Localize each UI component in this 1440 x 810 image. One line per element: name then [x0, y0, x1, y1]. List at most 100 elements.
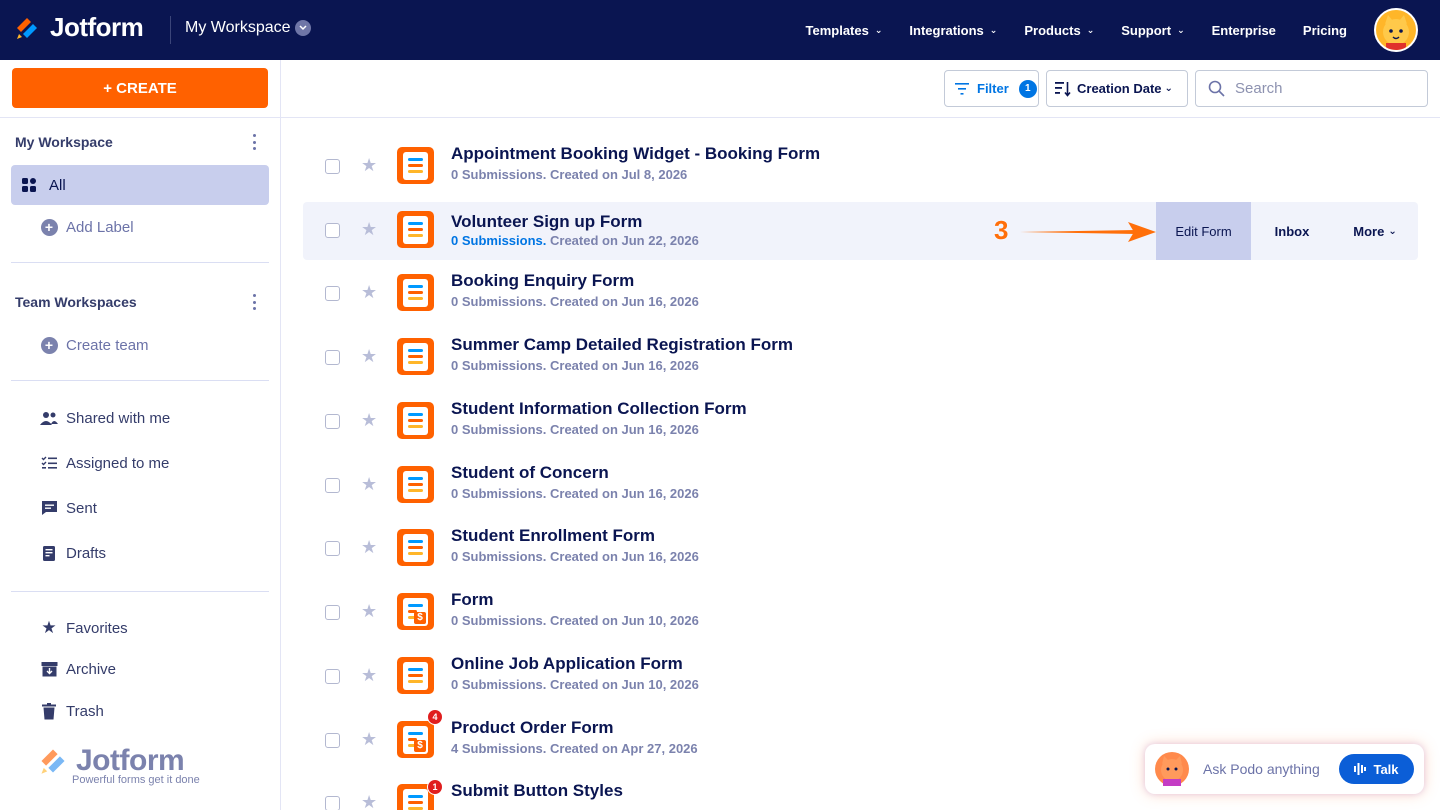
form-row[interactable]: ★ Appointment Booking Widget - Booking F… — [303, 137, 1418, 195]
audio-wave-icon — [1354, 763, 1367, 775]
form-row[interactable]: ★ Volunteer Sign up Form 0 Submissions. … — [303, 202, 1418, 260]
form-title[interactable]: Booking Enquiry Form — [451, 271, 634, 291]
row-checkbox[interactable] — [325, 541, 340, 556]
nav-products[interactable]: Products ⌄ — [1024, 23, 1094, 38]
form-row[interactable]: ★ Online Job Application Form 0 Submissi… — [303, 647, 1418, 705]
sidebar-item-sent[interactable]: Sent — [40, 499, 97, 517]
form-title[interactable]: Form — [451, 590, 494, 610]
row-checkbox[interactable] — [325, 350, 340, 365]
sort-icon — [1055, 81, 1071, 97]
sidebar-divider — [11, 591, 269, 592]
more-button[interactable]: More ⌄ — [1333, 202, 1417, 260]
row-checkbox[interactable] — [325, 414, 340, 429]
jotform-logo[interactable]: Jotform — [14, 12, 144, 43]
star-icon[interactable]: ★ — [361, 538, 377, 556]
form-title[interactable]: Appointment Booking Widget - Booking For… — [451, 144, 820, 164]
row-checkbox[interactable] — [325, 796, 340, 810]
sort-label: Creation Date — [1077, 81, 1162, 96]
add-label-button[interactable]: + Add Label — [40, 218, 134, 236]
star-icon[interactable]: ★ — [361, 156, 377, 174]
grid-icon — [22, 178, 36, 192]
nav-templates[interactable]: Templates ⌄ — [806, 23, 883, 38]
submission-count-link[interactable]: 0 Submissions. — [451, 233, 546, 248]
brand-name: Jotform — [50, 12, 144, 42]
star-icon[interactable]: ★ — [361, 793, 377, 810]
sidebar-item-trash[interactable]: Trash — [40, 702, 104, 720]
filter-button[interactable]: Filter 1 — [944, 70, 1039, 107]
form-title[interactable]: Product Order Form — [451, 718, 613, 738]
sidebar-item-archive[interactable]: Archive — [40, 660, 116, 678]
form-row[interactable]: ★ Summer Camp Detailed Registration Form… — [303, 328, 1418, 386]
star-icon[interactable]: ★ — [361, 666, 377, 684]
star-icon[interactable]: ★ — [361, 602, 377, 620]
sidebar-item-drafts[interactable]: Drafts — [40, 544, 106, 562]
form-title[interactable]: Student of Concern — [451, 463, 609, 483]
sidebar-item-assigned[interactable]: Assigned to me — [40, 454, 169, 472]
talk-button[interactable]: Talk — [1339, 754, 1414, 784]
form-row[interactable]: ★ $ Form 0 Submissions. Created on Jun 1… — [303, 583, 1418, 641]
star-icon[interactable]: ★ — [361, 220, 377, 238]
form-title[interactable]: Volunteer Sign up Form — [451, 212, 642, 232]
submission-count: 0 Submissions. — [451, 486, 547, 501]
row-checkbox[interactable] — [325, 669, 340, 684]
payment-form-icon: $ — [397, 721, 434, 758]
sidebar-item-label: Trash — [66, 702, 104, 720]
create-button[interactable]: + CREATE — [12, 68, 268, 108]
nav-enterprise[interactable]: Enterprise — [1212, 23, 1276, 38]
workspace-title: My Workspace — [185, 19, 291, 36]
form-meta: 0 Submissions. Created on Jun 10, 2026 — [451, 677, 699, 692]
edit-form-button[interactable]: Edit Form — [1156, 202, 1251, 260]
nav-label: Integrations — [909, 22, 984, 38]
form-title[interactable]: Student Enrollment Form — [451, 526, 655, 546]
form-icon — [397, 274, 434, 311]
form-title[interactable]: Summer Camp Detailed Registration Form — [451, 335, 793, 355]
form-title[interactable]: Student Information Collection Form — [451, 399, 747, 419]
row-checkbox[interactable] — [325, 159, 340, 174]
top-navbar: Jotform My Workspace Templates ⌄ Integrat… — [0, 0, 1440, 60]
chevron-down-icon: ⌄ — [1177, 24, 1185, 35]
filter-icon — [955, 82, 969, 95]
chevron-down-icon: ⌄ — [989, 24, 998, 35]
form-row[interactable]: ★ Student Enrollment Form 0 Submissions.… — [303, 519, 1418, 577]
podo-avatar — [1155, 752, 1189, 786]
form-title[interactable]: Submit Button Styles — [451, 781, 623, 801]
user-avatar[interactable] — [1374, 8, 1418, 52]
star-icon[interactable]: ★ — [361, 475, 377, 493]
sidebar-item-favorites[interactable]: ★ Favorites — [40, 618, 127, 637]
form-row[interactable]: ★ Student Information Collection Form 0 … — [303, 392, 1418, 450]
star-icon[interactable]: ★ — [361, 283, 377, 301]
kebab-menu-icon[interactable] — [250, 134, 258, 150]
annotation-arrow-icon — [1020, 222, 1156, 242]
created-date: Created on Jun 22, 2026 — [550, 233, 699, 248]
row-checkbox[interactable] — [325, 286, 340, 301]
podo-assistant[interactable]: Ask Podo anything Talk — [1145, 744, 1424, 794]
row-checkbox[interactable] — [325, 478, 340, 493]
star-icon[interactable]: ★ — [361, 730, 377, 748]
sort-dropdown[interactable]: Creation Date ⌄ — [1046, 70, 1188, 107]
nav-pricing[interactable]: Pricing — [1303, 23, 1347, 38]
nav-support[interactable]: Support ⌄ — [1121, 23, 1184, 38]
row-checkbox[interactable] — [325, 223, 340, 238]
sidebar-divider — [0, 117, 281, 118]
submission-count: 0 Submissions. — [451, 358, 547, 373]
nav-integrations[interactable]: Integrations ⌄ — [909, 23, 997, 38]
form-title[interactable]: Online Job Application Form — [451, 654, 683, 674]
chevron-down-icon: ⌄ — [1164, 83, 1173, 94]
create-team-button[interactable]: + Create team — [40, 336, 149, 354]
form-row[interactable]: ★ Student of Concern 0 Submissions. Crea… — [303, 456, 1418, 514]
form-meta: 0 Submissions. Created on Jun 16, 2026 — [451, 358, 699, 373]
footer-tagline: Powerful forms get it done — [72, 774, 200, 786]
search-input[interactable] — [1235, 80, 1415, 97]
sidebar-item-all[interactable]: All — [11, 165, 269, 205]
row-checkbox[interactable] — [325, 733, 340, 748]
sidebar-item-shared[interactable]: Shared with me — [40, 409, 170, 427]
star-icon[interactable]: ★ — [361, 347, 377, 365]
form-row[interactable]: ★ Booking Enquiry Form 0 Submissions. Cr… — [303, 264, 1418, 322]
users-icon — [40, 409, 58, 427]
workspace-switcher[interactable]: My Workspace — [185, 19, 311, 37]
star-icon[interactable]: ★ — [361, 411, 377, 429]
row-checkbox[interactable] — [325, 605, 340, 620]
kebab-menu-icon[interactable] — [250, 294, 258, 310]
nav-label: Support — [1121, 22, 1172, 38]
inbox-button[interactable]: Inbox — [1251, 202, 1333, 260]
